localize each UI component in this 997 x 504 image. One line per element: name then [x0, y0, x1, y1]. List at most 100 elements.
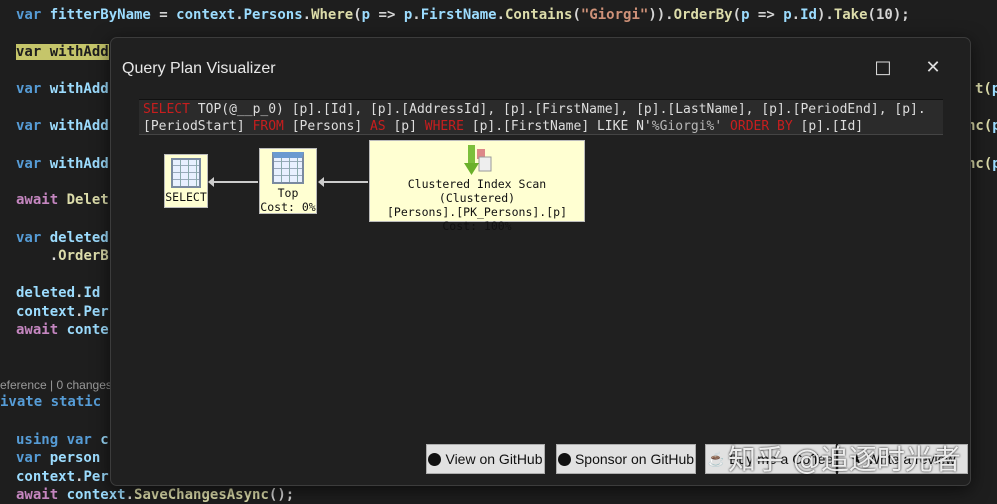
code-line[interactable]: var withAdd: [16, 117, 109, 135]
code-line[interactable]: await Delet: [16, 191, 109, 209]
code-token: .: [235, 7, 244, 23]
code-fragment: t(p: [975, 80, 997, 98]
node-label: Top: [277, 186, 299, 200]
code-token: fitterByName: [49, 7, 151, 23]
sql-token: WHERE: [424, 119, 464, 134]
table-icon: [171, 158, 201, 188]
code-token: .: [791, 7, 801, 23]
code-token: deleted: [49, 230, 109, 246]
code-token: SaveChangesAsync: [134, 487, 269, 503]
coffee-icon: ☕: [707, 450, 726, 467]
code-token: var: [16, 81, 50, 97]
plan-node-top[interactable]: Top Cost: 0%: [259, 148, 317, 214]
code-token: using var: [16, 432, 101, 448]
index-scan-icon: [464, 145, 492, 175]
node-object: [Persons].[PK_Persons].[p]: [386, 205, 567, 219]
code-line[interactable]: await context.SaveChangesAsync();: [16, 486, 294, 504]
code-token: context: [176, 7, 236, 23]
code-token: context: [16, 304, 76, 320]
sql-token: [p].[Id]: [792, 119, 864, 134]
code-token: =>: [370, 7, 404, 23]
code-token: person: [49, 450, 101, 466]
code-token: .: [412, 7, 421, 23]
watermark: 知乎 @追逐时光者: [728, 443, 961, 476]
code-line[interactable]: context.Per: [16, 468, 109, 486]
code-token: .: [302, 7, 312, 23]
code-token: var: [16, 156, 50, 172]
code-fragment: nc(p: [967, 117, 997, 135]
code-token: p: [991, 81, 997, 97]
node-cost: Cost: 100%: [442, 219, 512, 233]
flow-arrow: [318, 177, 368, 187]
code-token: FirstName: [420, 7, 497, 23]
code-line[interactable]: var withAdd: [16, 155, 109, 173]
code-token: (10);: [867, 7, 910, 23]
code-token: p: [992, 118, 997, 134]
github-icon: [428, 452, 442, 466]
code-token: Delet: [66, 192, 109, 208]
code-token: Id: [83, 285, 101, 301]
code-line[interactable]: var person: [16, 449, 100, 467]
code-token: .: [125, 487, 135, 503]
code-token: "Giorgi": [580, 7, 649, 23]
code-token: t(: [975, 81, 992, 97]
node-cost: Cost: 0%: [260, 200, 316, 214]
code-token: .: [825, 7, 834, 23]
maximize-icon[interactable]: □: [871, 56, 895, 80]
code-line[interactable]: .OrderB: [16, 247, 109, 265]
code-token: Contains: [505, 7, 573, 23]
code-line[interactable]: var withAdd: [16, 80, 109, 98]
code-token: var: [16, 450, 50, 466]
dialog-title: Query Plan Visualizer: [122, 60, 276, 77]
codelens-references[interactable]: eference | 0 changes: [0, 378, 112, 392]
code-token: Take: [833, 7, 868, 23]
code-token: =: [150, 7, 177, 23]
node-label: SELECT: [165, 190, 207, 204]
github-icon: [557, 452, 571, 466]
flow-arrow: [208, 177, 258, 187]
code-line[interactable]: var withAdd: [16, 43, 109, 61]
query-plan-dialog: Query Plan Visualizer □ ✕ SELECT TOP(@__…: [110, 37, 971, 486]
code-token: Per: [83, 469, 109, 485]
sql-token: [Persons]: [283, 119, 370, 134]
sponsor-on-github-button[interactable]: Sponsor on GitHub: [556, 444, 696, 474]
code-token: Id: [800, 7, 817, 23]
sql-token: FROM: [252, 119, 284, 134]
button-label: Sponsor on GitHub: [574, 451, 695, 467]
code-line[interactable]: await conte: [16, 321, 109, 339]
code-token: await: [16, 322, 67, 338]
sql-token: [p].[FirstName] LIKE N': [463, 119, 652, 134]
code-token: await: [16, 192, 67, 208]
code-line[interactable]: using var c: [16, 431, 109, 449]
code-token: await: [16, 487, 67, 503]
code-token: p: [361, 7, 371, 23]
code-token: withAdd: [49, 118, 109, 134]
code-token: conte: [66, 322, 109, 338]
code-token: c: [100, 432, 109, 448]
code-token: OrderBy: [673, 7, 733, 23]
plan-node-clustered-index-scan[interactable]: Clustered Index Scan (Clustered) [Person…: [369, 140, 585, 233]
code-token: ivate static: [0, 394, 110, 410]
code-token: var: [16, 230, 50, 246]
code-line[interactable]: var fitterByName = context.Persons.Where…: [16, 6, 910, 24]
code-token: p: [741, 7, 750, 23]
sql-token: [p]: [385, 119, 425, 134]
code-token: var withAdd: [16, 44, 109, 60]
plan-node-select[interactable]: SELECT: [164, 154, 208, 208]
code-line[interactable]: context.Per: [16, 303, 109, 321]
code-line[interactable]: deleted.Id: [16, 284, 100, 302]
sql-token: AS: [369, 119, 386, 134]
code-token: )): [648, 7, 666, 23]
sql-token: SELECT: [143, 102, 190, 117]
node-label: Clustered Index Scan (Clustered): [407, 177, 547, 205]
code-token: withAdd: [49, 81, 109, 97]
close-icon[interactable]: ✕: [921, 56, 945, 80]
code-token: .: [665, 7, 674, 23]
code-line[interactable]: var deleted: [16, 229, 109, 247]
code-token: (: [572, 7, 581, 23]
view-on-github-button[interactable]: View on GitHub: [426, 444, 545, 474]
code-line[interactable]: ivate static: [0, 393, 110, 411]
sql-token: %Giorgi%': [651, 119, 723, 134]
code-token: =>: [749, 7, 784, 23]
